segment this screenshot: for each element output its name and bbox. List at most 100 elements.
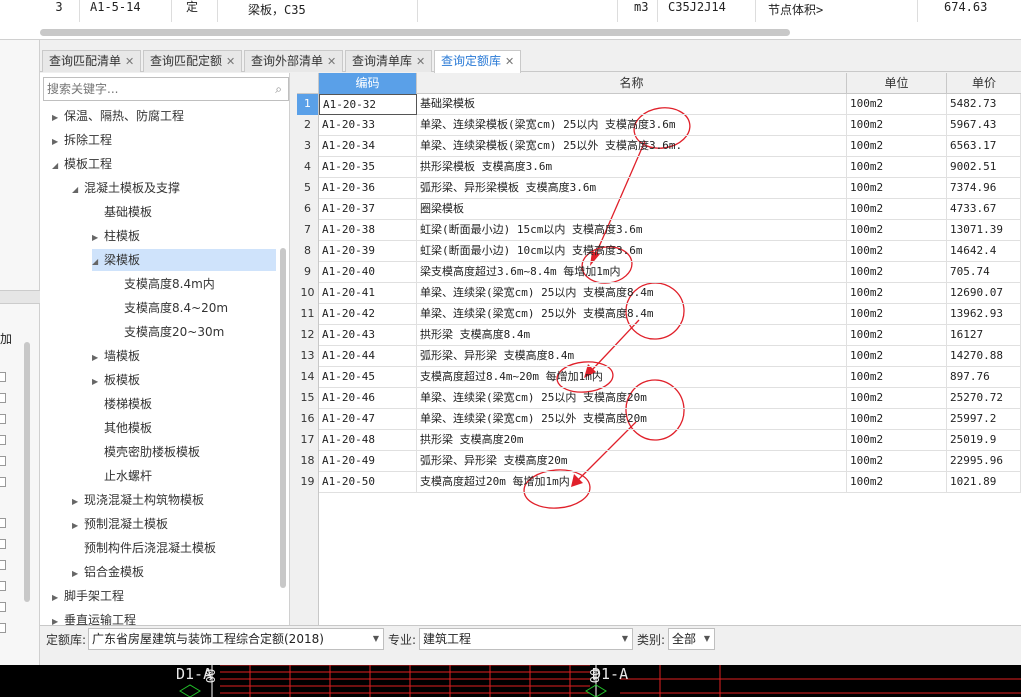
cell-name[interactable]: 拱形梁模板 支模高度3.6m (417, 157, 847, 178)
cell-name[interactable]: 梁支模高度超过3.6m~8.4m 每增加1m内 (417, 262, 847, 283)
cell-code[interactable]: A1-20-47 (319, 409, 417, 430)
cell-code[interactable]: A1-20-42 (319, 304, 417, 325)
tree-item[interactable]: ▶ 现浇混凝土构筑物模板 (72, 489, 204, 511)
tree-item[interactable]: ▶ 预制混凝土模板 (72, 513, 168, 535)
chevron-right-icon[interactable]: ▶ (92, 371, 104, 393)
table-row[interactable]: 9 A1-20-40 梁支模高度超过3.6m~8.4m 每增加1m内 100m2 705… (297, 262, 1021, 283)
chevron-right-icon[interactable]: ▶ (52, 587, 64, 609)
search-input[interactable] (44, 78, 264, 100)
tree-item[interactable]: ▶ 柱模板 (92, 225, 140, 247)
cell-price[interactable]: 1021.89 (947, 472, 1021, 493)
row-number[interactable]: 4 (297, 157, 319, 178)
tree-scrollbar[interactable] (280, 248, 286, 588)
cell-name[interactable]: 拱形梁 支模高度20m (417, 430, 847, 451)
row-checkbox[interactable] (0, 435, 6, 445)
close-icon[interactable]: ✕ (125, 55, 134, 68)
cell-unit[interactable]: 100m2 (847, 115, 947, 136)
row-checkbox[interactable] (0, 456, 6, 466)
tree-item[interactable]: 支模高度8.4m内 (124, 273, 215, 295)
chevron-right-icon[interactable]: ▶ (72, 491, 84, 513)
row-number[interactable]: 6 (297, 199, 319, 220)
table-row[interactable]: 11 A1-20-42 单梁、连续梁(梁宽cm) 25以外 支模高度8.4m 100m… (297, 304, 1021, 325)
table-row[interactable]: 10 A1-20-41 单梁、连续梁(梁宽cm) 25以内 支模高度8.4m 100m… (297, 283, 1021, 304)
tree-item[interactable]: 其他模板 (104, 417, 152, 439)
row-number[interactable]: 1 (297, 94, 319, 115)
table-row[interactable]: 8 A1-20-39 虹梁(断面最小边) 10cm以内 支模高度3.6m 100m2 1… (297, 241, 1021, 262)
row-number[interactable]: 3 (297, 136, 319, 157)
cell-price[interactable]: 13071.39 (947, 220, 1021, 241)
tree-item-selected[interactable]: ◢ 梁模板 (92, 249, 276, 271)
cell-price[interactable]: 4733.67 (947, 199, 1021, 220)
chevron-right-icon[interactable]: ▶ (52, 107, 64, 129)
table-row[interactable]: 17 A1-20-48 拱形梁 支模高度20m 100m2 25019.9 (297, 430, 1021, 451)
cell-name[interactable]: 虹梁(断面最小边) 10cm以内 支模高度3.6m (417, 241, 847, 262)
chevron-down-icon[interactable]: ◢ (52, 155, 64, 177)
chevron-right-icon[interactable]: ▶ (92, 347, 104, 369)
outer-scrollbar[interactable] (24, 342, 30, 602)
cell-unit[interactable]: 100m2 (847, 199, 947, 220)
cell-unit[interactable]: 100m2 (847, 346, 947, 367)
cell-code[interactable]: A1-20-49 (319, 451, 417, 472)
cell-unit[interactable]: 100m2 (847, 157, 947, 178)
table-row[interactable]: 1 A1-20-32 基础梁模板 100m2 5482.73 (297, 94, 1021, 115)
cell-name[interactable]: 支模高度超过8.4m~20m 每增加1m内 (417, 367, 847, 388)
cell-name[interactable]: 支模高度超过20m 每增加1m内 (417, 472, 847, 493)
row-number[interactable]: 7 (297, 220, 319, 241)
chevron-right-icon[interactable]: ▶ (72, 515, 84, 537)
tree-item[interactable]: 止水螺杆 (104, 465, 152, 487)
cell-code[interactable]: A1-20-40 (319, 262, 417, 283)
cell-unit[interactable]: 100m2 (847, 388, 947, 409)
table-row[interactable]: 15 A1-20-46 单梁、连续梁(梁宽cm) 25以内 支模高度20m 100m2… (297, 388, 1021, 409)
tree-item[interactable]: 基础模板 (104, 201, 152, 223)
tab-list-library[interactable]: 查询清单库 ✕ (345, 50, 433, 72)
chevron-right-icon[interactable]: ▶ (52, 611, 64, 625)
tab-external-list[interactable]: 查询外部清单 ✕ (244, 50, 344, 72)
search-icon[interactable]: ⌕ (275, 82, 282, 97)
tree-item[interactable]: ▶ 垂直运输工程 (52, 609, 136, 625)
row-checkbox[interactable] (0, 414, 6, 424)
tree-item[interactable]: 楼梯模板 (104, 393, 152, 415)
table-row[interactable]: 6 A1-20-37 圈梁模板 100m2 4733.67 (297, 199, 1021, 220)
cell-unit[interactable]: 100m2 (847, 178, 947, 199)
row-number[interactable]: 11 (297, 304, 319, 325)
cell-code[interactable]: A1-20-44 (319, 346, 417, 367)
row-checkbox[interactable] (0, 581, 6, 591)
chevron-down-icon[interactable]: ▼ (622, 629, 628, 649)
cell-code[interactable]: A1-20-48 (319, 430, 417, 451)
cell-name[interactable]: 弧形梁、异形梁 支模高度8.4m (417, 346, 847, 367)
row-number[interactable]: 16 (297, 409, 319, 430)
cell-unit[interactable]: 100m2 (847, 220, 947, 241)
tab-match-quota[interactable]: 查询匹配定额 ✕ (143, 50, 243, 72)
row-number[interactable]: 5 (297, 178, 319, 199)
cell-name[interactable]: 单梁、连续梁(梁宽cm) 25以外 支模高度8.4m (417, 304, 847, 325)
cell-unit[interactable]: 100m2 (847, 325, 947, 346)
row-checkbox[interactable] (0, 518, 6, 528)
row-number[interactable]: 19 (297, 472, 319, 493)
close-icon[interactable]: ✕ (226, 55, 235, 68)
row-number[interactable]: 9 (297, 262, 319, 283)
row-number[interactable]: 15 (297, 388, 319, 409)
tree-item[interactable]: 支模高度20~30m (124, 321, 224, 343)
table-row[interactable]: 13 A1-20-44 弧形梁、异形梁 支模高度8.4m 100m2 14270.88 (297, 346, 1021, 367)
column-header-name[interactable]: 名称 (417, 73, 847, 94)
cell-unit[interactable]: 100m2 (847, 304, 947, 325)
row-checkbox[interactable] (0, 372, 6, 382)
chevron-right-icon[interactable]: ▶ (52, 131, 64, 153)
table-row[interactable]: 7 A1-20-38 虹梁(断面最小边) 15cm以内 支模高度3.6m 100m2 1… (297, 220, 1021, 241)
cell-price[interactable]: 7374.96 (947, 178, 1021, 199)
cell-name[interactable]: 单梁、连续梁(梁宽cm) 25以内 支模高度8.4m (417, 283, 847, 304)
search-box[interactable]: ⌕ (43, 77, 289, 101)
chevron-right-icon[interactable]: ▶ (92, 227, 104, 249)
horizontal-scrollbar[interactable] (40, 29, 790, 36)
cell-unit[interactable]: 100m2 (847, 367, 947, 388)
cell-name[interactable]: 单梁、连续梁模板(梁宽cm) 25以内 支模高度3.6m (417, 115, 847, 136)
row-checkbox[interactable] (0, 393, 6, 403)
chevron-down-icon[interactable]: ◢ (92, 251, 104, 273)
tab-quota-library[interactable]: 查询定额库 ✕ (434, 50, 522, 73)
tab-match-list[interactable]: 查询匹配清单 ✕ (42, 50, 142, 72)
cell-name[interactable]: 弧形梁、异形梁模板 支模高度3.6m (417, 178, 847, 199)
cell-code[interactable]: A1-20-45 (319, 367, 417, 388)
cell-unit[interactable]: 100m2 (847, 241, 947, 262)
cell-name[interactable]: 单梁、连续梁模板(梁宽cm) 25以外 支模高度3.6m. (417, 136, 847, 157)
close-icon[interactable]: ✕ (505, 55, 514, 68)
